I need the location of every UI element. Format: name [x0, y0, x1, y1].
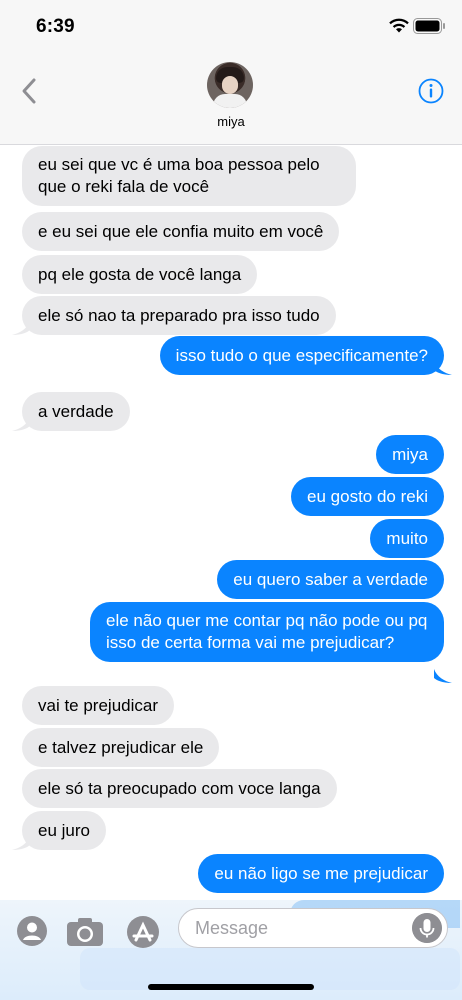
camera-icon[interactable] — [66, 915, 104, 947]
back-chevron-icon[interactable] — [18, 76, 40, 106]
outgoing-message[interactable]: eu gosto do reki — [291, 477, 444, 516]
outgoing-message[interactable]: eu quero saber a verdade — [217, 560, 444, 599]
wifi-icon — [389, 18, 409, 33]
contact-avatar[interactable] — [207, 62, 253, 108]
conversation-header: miya — [0, 56, 462, 145]
info-icon[interactable] — [418, 78, 444, 104]
bubble-tail — [434, 669, 452, 683]
message-input[interactable]: Message — [178, 908, 448, 948]
bubble-tail — [12, 321, 30, 335]
outgoing-message[interactable]: isso tudo o que especificamente? — [159, 336, 444, 375]
incoming-message[interactable]: ele só ta preocupado com voce langa — [22, 769, 337, 808]
app-store-icon[interactable] — [124, 915, 162, 949]
outgoing-message[interactable]: eu não ligo se me prejudicar — [198, 854, 444, 893]
bubble-tail — [12, 836, 30, 850]
bubble-tail — [12, 417, 30, 431]
status-bar: 6:39 — [0, 0, 462, 56]
incoming-message[interactable]: e eu sei que ele confia muito em você — [22, 212, 340, 251]
incoming-message[interactable]: pq ele gosta de você langa — [22, 255, 258, 294]
outgoing-message[interactable]: ele não quer me contar pq não pode ou pq… — [90, 602, 444, 662]
incoming-message[interactable]: vai te prejudicar — [22, 686, 175, 725]
contact-app-icon[interactable] — [16, 915, 48, 947]
microphone-icon[interactable] — [412, 913, 442, 943]
outgoing-message[interactable]: muito — [370, 519, 444, 558]
battery-icon — [413, 18, 445, 34]
incoming-message[interactable]: eu juro — [22, 811, 106, 850]
message-input-placeholder: Message — [195, 918, 269, 938]
message-thread[interactable]: eu sei que vc é uma boa pessoa pelo que … — [0, 145, 462, 900]
incoming-message[interactable]: eu sei que vc é uma boa pessoa pelo que … — [22, 146, 356, 206]
incoming-message[interactable]: ele só nao ta preparado pra isso tudo — [22, 296, 336, 335]
status-time: 6:39 — [36, 16, 75, 37]
bubble-tail — [434, 361, 452, 375]
incoming-message[interactable]: e talvez prejudicar ele — [22, 728, 220, 767]
contact-name[interactable]: miya — [0, 114, 462, 129]
incoming-message[interactable]: a verdade — [22, 392, 130, 431]
home-indicator[interactable] — [148, 984, 314, 990]
outgoing-message[interactable]: miya — [376, 435, 444, 474]
